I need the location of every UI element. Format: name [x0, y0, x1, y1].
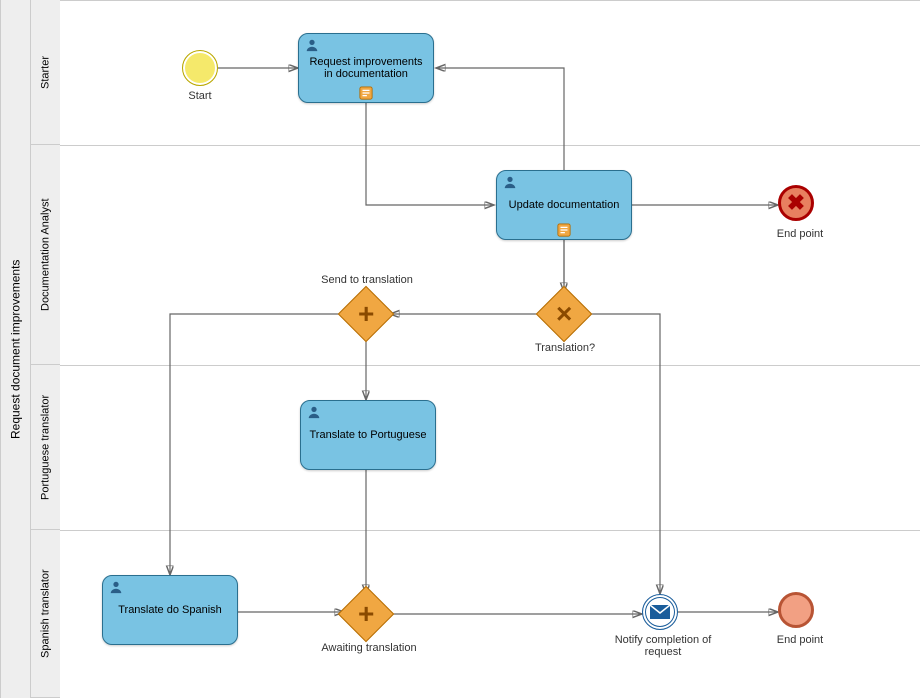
user-icon — [503, 175, 517, 189]
task-translate-spanish[interactable]: Translate do Spanish — [102, 575, 238, 645]
task-label: Update documentation — [509, 199, 620, 211]
lane-title-portuguese: Portuguese translator — [30, 365, 60, 530]
task-label: Translate do Spanish — [118, 604, 222, 616]
user-icon — [307, 405, 321, 419]
end-plain-label: End point — [760, 634, 840, 646]
envelope-icon — [650, 605, 670, 619]
gateway-send-label: Send to translation — [312, 274, 422, 286]
gateway-awaiting-label: Awaiting translation — [314, 642, 424, 654]
lane-title-starter: Starter — [30, 0, 60, 145]
event-notify-completion[interactable] — [642, 594, 678, 630]
lane-title-spanish: Spanish translator — [30, 530, 60, 698]
end-cancel-label: End point — [760, 228, 840, 240]
task-request-improvements[interactable]: Request improvements in documentation — [298, 33, 434, 103]
task-translate-portuguese[interactable]: Translate to Portuguese — [300, 400, 436, 470]
lane-title-analyst: Documentation Analyst — [30, 145, 60, 365]
lane-analyst — [60, 145, 920, 365]
task-update-documentation[interactable]: Update documentation — [496, 170, 632, 240]
lane-portuguese — [60, 365, 920, 530]
gateway-translation-label: Translation? — [520, 342, 610, 354]
task-label: Request improvements in documentation — [305, 56, 427, 80]
task-label: Translate to Portuguese — [310, 429, 427, 441]
pool-title: Request document improvements — [0, 0, 30, 698]
end-event-cancel[interactable] — [778, 185, 814, 221]
user-icon — [305, 38, 319, 52]
event-notify-label: Notify completion of request — [608, 634, 718, 658]
start-event[interactable] — [182, 50, 218, 86]
note-icon — [359, 86, 373, 100]
start-event-label: Start — [170, 90, 230, 102]
end-event-plain[interactable] — [778, 592, 814, 628]
note-icon — [557, 223, 571, 237]
user-icon — [109, 580, 123, 594]
